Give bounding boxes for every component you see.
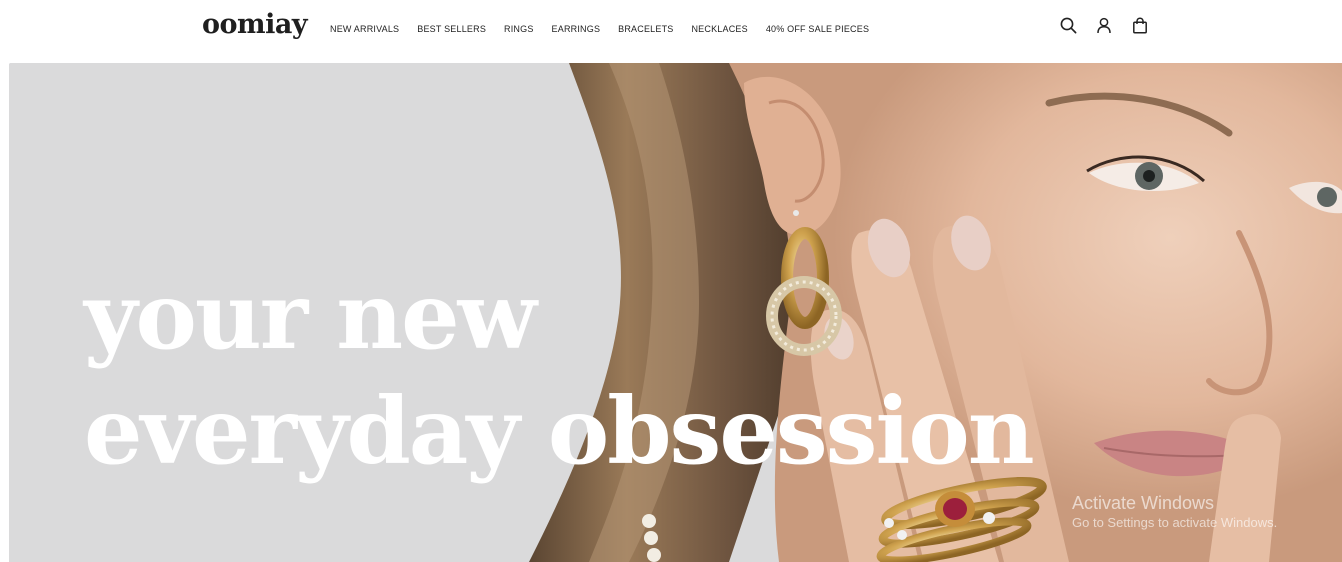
watermark-title: Activate Windows: [1072, 493, 1215, 513]
hero-headline: your new everyday obsession: [84, 261, 1035, 491]
header-actions: [1059, 15, 1149, 35]
hero-word-everyday: everyday: [84, 377, 520, 485]
nav-item-new-arrivals[interactable]: NEW ARRIVALS: [330, 24, 399, 34]
nav-item-rings[interactable]: RINGS: [504, 24, 534, 34]
site-header: oomiay NEW ARRIVALS BEST SELLERS RINGS E…: [0, 0, 1342, 52]
nav-item-earrings[interactable]: EARRINGS: [552, 24, 601, 34]
hero-word-your: your: [84, 262, 308, 370]
brand-logo[interactable]: oomiay: [202, 8, 308, 42]
os-activation-watermark: Activate Windows Go to Settings to activ…: [1072, 492, 1277, 532]
nav-item-bracelets[interactable]: BRACELETS: [618, 24, 673, 34]
shopping-bag-icon[interactable]: [1131, 15, 1149, 35]
nav-item-necklaces[interactable]: NECKLACES: [691, 24, 747, 34]
hero-word-obsession: obsession: [547, 377, 1035, 485]
page: oomiay NEW ARRIVALS BEST SELLERS RINGS E…: [0, 0, 1342, 562]
nav-item-sale[interactable]: 40% OFF SALE PIECES: [766, 24, 869, 34]
hero-word-new: new: [336, 262, 537, 370]
main-nav: NEW ARRIVALS BEST SELLERS RINGS EARRINGS…: [330, 19, 869, 37]
hero-headline-line-2: everyday obsession: [84, 371, 1035, 491]
user-icon[interactable]: [1095, 15, 1113, 35]
hero-headline-line-1: your new: [84, 261, 1033, 371]
nav-item-best-sellers[interactable]: BEST SELLERS: [417, 24, 486, 34]
search-icon[interactable]: [1059, 15, 1077, 35]
hero-banner[interactable]: your new everyday obsession: [9, 63, 1342, 562]
watermark-subtitle: Go to Settings to activate Windows.: [1072, 515, 1278, 530]
